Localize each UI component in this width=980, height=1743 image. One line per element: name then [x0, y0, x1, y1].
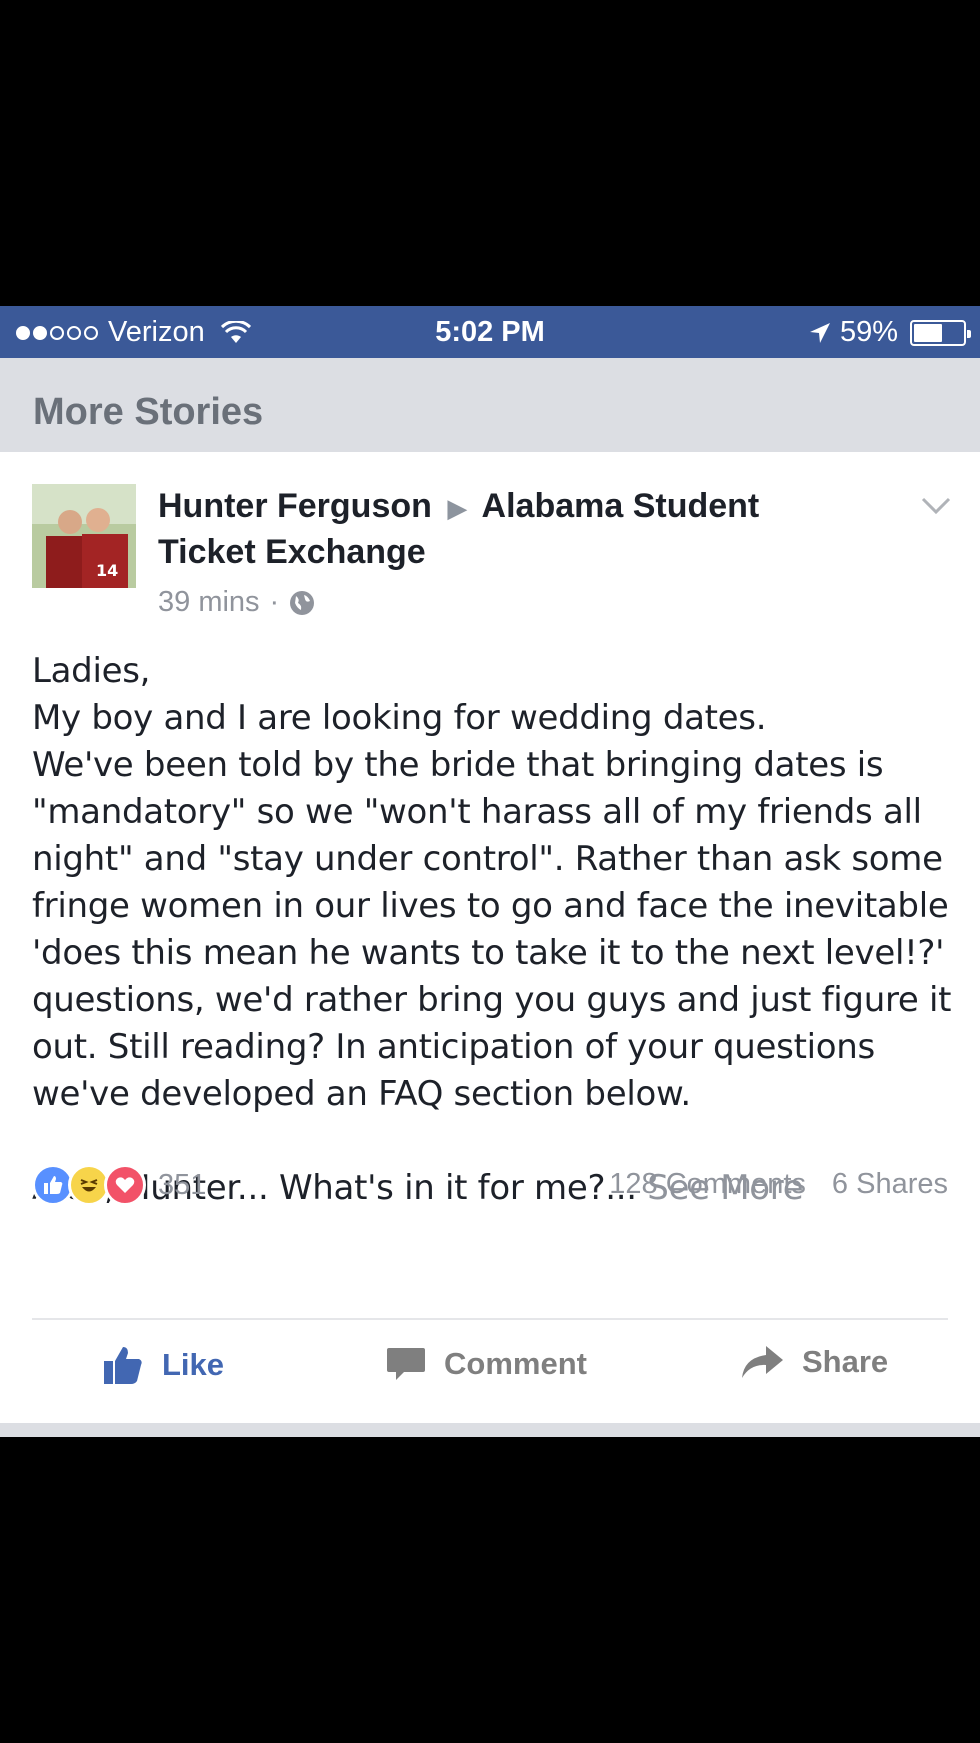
avatar[interactable]: 14: [32, 484, 136, 588]
battery-icon: [910, 319, 971, 346]
post-text: Ladies, My boy and I are looking for wed…: [32, 651, 952, 1114]
chevron-down-icon[interactable]: [920, 496, 952, 516]
top-letterbox: [0, 0, 980, 306]
like-button[interactable]: Like: [102, 1344, 224, 1386]
globe-icon: [290, 590, 315, 615]
battery-fill: [914, 323, 942, 342]
shares-count[interactable]: 6 Shares: [832, 1168, 948, 1201]
thumbs-up-icon: [104, 1347, 142, 1384]
battery-percent: 59%: [839, 316, 898, 348]
reactions-summary[interactable]: 351: [32, 1164, 206, 1206]
svg-text:14: 14: [96, 561, 118, 580]
share-label: Share: [802, 1344, 889, 1379]
post-time[interactable]: 39 mins: [158, 586, 260, 619]
comment-bubble-icon: [387, 1348, 425, 1380]
comment-button[interactable]: Comment: [386, 1344, 587, 1384]
divider: [32, 1318, 948, 1320]
engagement-counts: 128 Comments 6 Shares: [609, 1168, 948, 1201]
posted-in-arrow-icon: ▶: [447, 493, 468, 523]
post-meta: 39 mins ·: [158, 586, 315, 619]
comment-label: Comment: [444, 1346, 587, 1381]
section-title: More Stories: [0, 358, 980, 452]
post-card: 14 Hunter Ferguson ▶ Alabama Student Tic…: [0, 452, 980, 1423]
share-button[interactable]: Share: [740, 1344, 888, 1380]
meta-separator: ·: [269, 586, 280, 618]
status-right: 59%: [808, 316, 971, 349]
author-name[interactable]: Hunter Ferguson: [158, 487, 432, 525]
action-bar: Like Comment Share: [0, 1344, 980, 1404]
bottom-letterbox: [0, 1437, 980, 1743]
feed-separator: [0, 1423, 980, 1437]
share-arrow-icon: [742, 1346, 783, 1378]
avatar-photo: 14: [32, 484, 136, 588]
comments-count[interactable]: 128 Comments: [609, 1168, 806, 1201]
location-arrow-icon: [809, 322, 830, 343]
reaction-count: 351: [158, 1168, 207, 1201]
love-reaction-icon: [104, 1164, 146, 1206]
status-bar: Verizon 5:02 PM 59%: [0, 306, 980, 358]
like-label: Like: [162, 1347, 225, 1382]
post-body: Ladies, My boy and I are looking for wed…: [32, 648, 962, 1212]
post-author-line: Hunter Ferguson ▶ Alabama Student Ticket…: [158, 484, 838, 574]
